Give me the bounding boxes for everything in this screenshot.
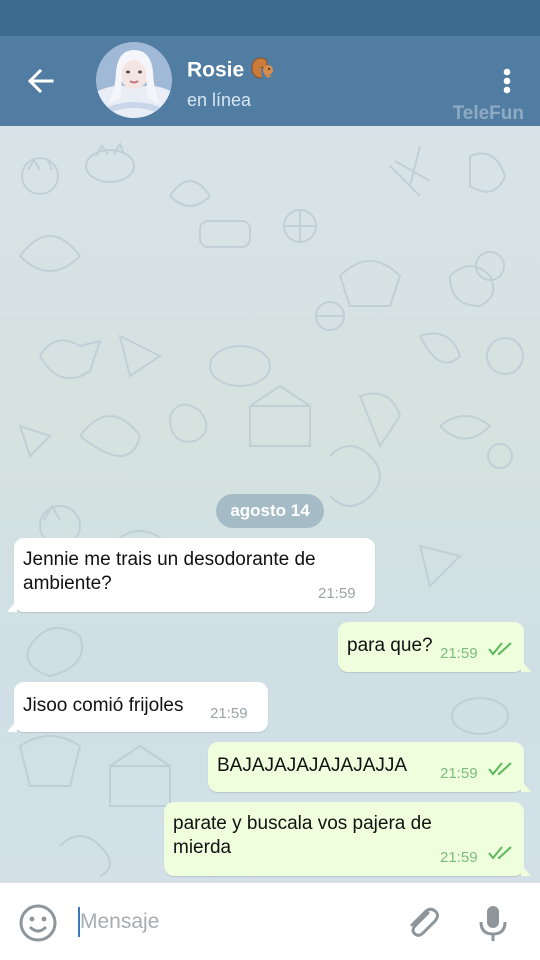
chat-header: Rosie en línea TeleFun	[0, 36, 540, 126]
message-time: 21:59	[440, 849, 478, 866]
squirrel-icon	[248, 56, 274, 86]
double-check-icon	[488, 846, 512, 860]
message-text-line: ambiente?	[23, 573, 112, 594]
message-text-line: mierda	[173, 837, 232, 858]
chat-area[interactable]: agosto 14 Jennie me trais un desodorante…	[0, 126, 540, 882]
message-bubble-incoming[interactable]: Jisoo comió frijoles 21:59	[7, 682, 268, 732]
message-text: para que?	[347, 635, 433, 656]
message-bubble-incoming[interactable]: Jennie me trais un desodorante de ambien…	[7, 538, 375, 612]
status-bar	[0, 0, 540, 36]
message-time: 21:59	[210, 705, 248, 722]
emoji-button[interactable]	[18, 903, 58, 943]
message-bubble-outgoing[interactable]: BAJAJAJAJAJAJAJJA 21:59	[208, 742, 531, 792]
bubble-tail	[521, 864, 531, 876]
watermark: TeleFun	[452, 103, 524, 124]
arrow-left-icon	[27, 68, 54, 94]
message-input[interactable]	[80, 905, 380, 939]
bubble-tail	[521, 780, 531, 792]
double-check-icon	[488, 762, 512, 776]
bubble-tail	[7, 720, 17, 732]
message-bubble-outgoing[interactable]: para que? 21:59	[338, 622, 531, 672]
avatar[interactable]	[96, 42, 172, 118]
double-check-icon	[488, 642, 512, 656]
chat-title[interactable]: Rosie	[187, 56, 274, 86]
message-time: 21:59	[318, 585, 356, 602]
smiley-icon	[19, 904, 57, 942]
more-options-button[interactable]	[490, 64, 524, 98]
message-text: Jisoo comió frijoles	[23, 695, 184, 716]
online-status: en línea	[187, 90, 252, 110]
message-time: 21:59	[440, 645, 478, 662]
vertical-dots-icon	[503, 68, 511, 94]
message-text: BAJAJAJAJAJAJAJJA	[217, 755, 408, 776]
attach-button[interactable]	[402, 903, 442, 943]
paperclip-icon	[410, 907, 439, 937]
message-text: Jennie me trais un desodorante de ambien…	[23, 548, 316, 596]
message-text: parate y buscala vos pajera de mierda	[173, 812, 432, 860]
message-time: 21:59	[440, 765, 478, 782]
message-text-line: parate y buscala vos pajera de	[173, 813, 432, 834]
microphone-button[interactable]	[476, 903, 510, 943]
contact-name: Rosie	[187, 58, 245, 82]
back-button[interactable]	[22, 62, 60, 100]
bubble-tail	[7, 600, 17, 612]
message-bubble-outgoing[interactable]: parate y buscala vos pajera de mierda 21…	[164, 802, 531, 876]
message-composer	[0, 882, 540, 960]
message-text-line: Jennie me trais un desodorante de	[23, 549, 316, 570]
microphone-icon	[479, 906, 507, 941]
date-separator: agosto 14	[216, 494, 324, 528]
bubble-tail	[521, 660, 531, 672]
